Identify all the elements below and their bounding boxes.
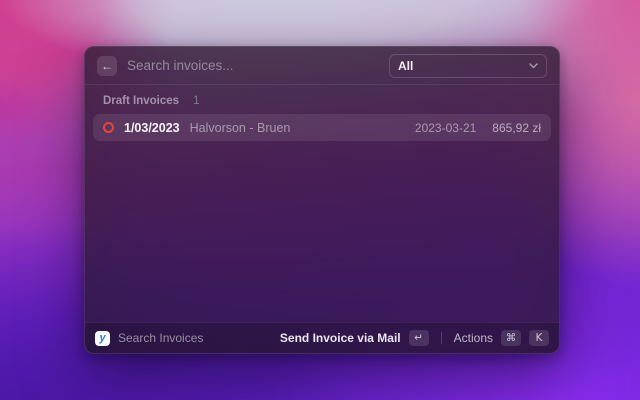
invoice-date-title: 1/03/2023 [124,120,180,135]
k-key-badge[interactable]: K [529,330,549,346]
invoice-amount: 865,92 zł [492,120,541,135]
section-title: Draft Invoices [103,95,180,107]
footer-divider [440,332,442,344]
filter-dropdown[interactable]: All [389,53,547,78]
enter-key-badge[interactable]: ↵ [408,330,429,346]
invoice-list-item[interactable]: 1/03/2023 Halvorson - Bruen 2023-03-21 8… [93,114,551,141]
invoice-client-name: Halvorson - Bruen [189,120,291,135]
action-bar: y Search Invoices Send Invoice via Mail … [85,322,559,353]
draft-status-ring-icon [103,122,114,133]
invoice-due-date: 2023-03-21 [414,120,477,135]
section-header: Draft Invoices 1 [93,91,551,114]
actions-menu-button[interactable]: Actions [454,331,493,345]
invoice-app-logo[interactable]: y [95,330,110,346]
desktop: ← All Draft Invoices 1 1/03/2023 Halvors… [0,0,640,400]
command-palette-window: ← All Draft Invoices 1 1/03/2023 Halvors… [84,46,560,354]
search-input[interactable] [127,58,379,73]
filter-dropdown-value: All [398,58,414,73]
cmd-key-badge[interactable]: ⌘ [501,330,521,346]
command-label: Search Invoices [118,331,204,345]
search-header: ← All [85,47,559,84]
back-arrow-icon: ← [101,58,113,73]
chevron-down-icon [529,62,538,69]
back-button[interactable]: ← [97,55,117,76]
section-count: 1 [193,95,200,107]
results-list: Draft Invoices 1 1/03/2023 Halvorson - B… [85,85,559,322]
primary-action-button[interactable]: Send Invoice via Mail [280,331,401,345]
